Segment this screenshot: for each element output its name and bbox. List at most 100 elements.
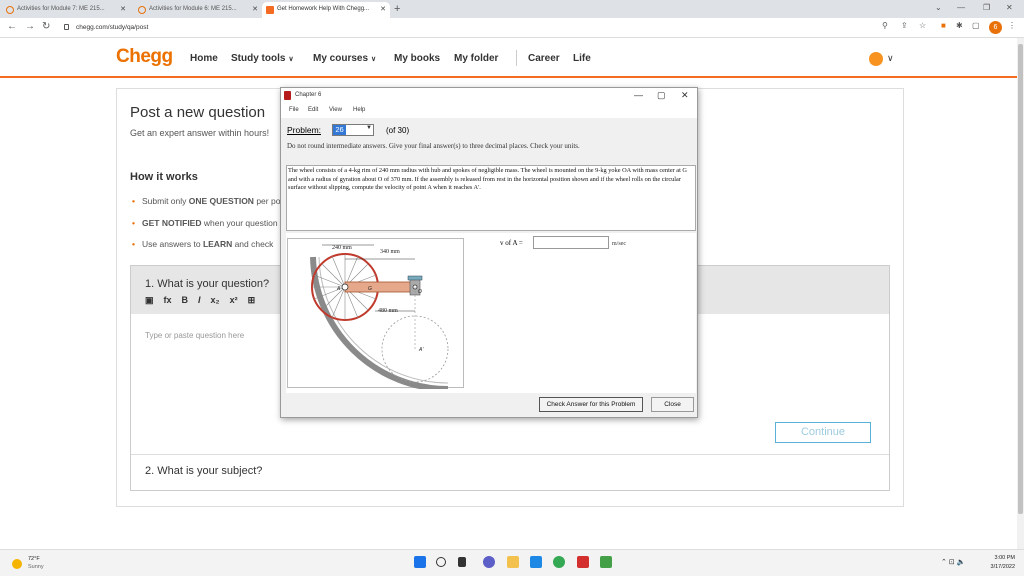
close-tab-icon[interactable]: ✕: [252, 5, 258, 13]
browser-tab[interactable]: Activities for Module 6: ME 215... ✕: [134, 2, 262, 18]
close-button[interactable]: Close: [651, 397, 694, 412]
wheel-yoke-diagram: 240 mm 340 mm 480 mm A G O A': [310, 244, 449, 392]
nav-my-courses[interactable]: My courses ∨: [313, 53, 376, 64]
lock-icon: [64, 24, 69, 30]
answer-unit: m/sec: [612, 241, 626, 247]
scrollbar-thumb[interactable]: [1018, 44, 1023, 514]
image-icon[interactable]: ▣: [145, 295, 154, 305]
dialog-minimize-icon[interactable]: —: [634, 90, 643, 100]
dimension-label: 240 mm: [332, 245, 352, 251]
chegg-favicon-icon: [266, 6, 274, 14]
section-divider: [131, 454, 889, 455]
new-tab-icon[interactable]: +: [394, 3, 400, 15]
nav-divider: [516, 50, 517, 66]
windows-start-icon[interactable]: [414, 556, 426, 568]
editor-toolbar: ▣ fx B Ix₂ x² ⊞: [145, 295, 265, 306]
mail-icon[interactable]: [530, 556, 542, 568]
chevron-down-icon: ∨: [371, 56, 377, 63]
menu-file[interactable]: File: [289, 107, 299, 113]
weather-condition[interactable]: Sunny: [28, 564, 44, 570]
close-window-icon[interactable]: ✕: [1006, 3, 1013, 12]
page-subtitle: Get an expert answer within hours!: [130, 128, 270, 138]
velocity-answer-input[interactable]: [533, 236, 609, 249]
chegg-logo[interactable]: Chegg: [116, 46, 173, 68]
how-it-works-heading: How it works: [130, 171, 198, 183]
app-icon[interactable]: [577, 556, 589, 568]
problem-count: (of 30): [386, 126, 410, 135]
subscript-icon[interactable]: x₂: [211, 295, 220, 305]
share-icon[interactable]: ⇪: [901, 21, 908, 30]
how-item: • Use answers to LEARN and check: [132, 239, 274, 249]
search-icon[interactable]: [436, 557, 446, 567]
dialog-title: Chapter 6: [295, 92, 322, 98]
problem-figure: 240 mm 340 mm 480 mm A G O A': [287, 238, 464, 392]
app-icon[interactable]: [600, 556, 612, 568]
browser-tab-active[interactable]: Get Homework Help With Chegg... ✕: [262, 2, 390, 18]
how-item: •Submit only ONE QUESTION per post: [132, 196, 280, 206]
reload-icon[interactable]: ↻: [42, 21, 50, 32]
url-field[interactable]: chegg.com/study/qa/post: [62, 21, 902, 35]
dialog-close-icon[interactable]: ✕: [681, 90, 689, 101]
user-avatar[interactable]: [869, 52, 883, 66]
extensions-puzzle-icon[interactable]: ✱: [956, 21, 963, 30]
sidebar-icon[interactable]: ▢: [972, 21, 980, 30]
nav-my-books[interactable]: My books: [394, 53, 440, 64]
dialog-menubar: [281, 105, 697, 118]
file-explorer-icon[interactable]: [507, 556, 519, 568]
nav-life[interactable]: Life: [573, 53, 591, 64]
answer-label: v of A =: [500, 239, 523, 247]
dialog-maximize-icon[interactable]: ▢: [657, 90, 666, 101]
forward-icon[interactable]: →: [25, 21, 35, 32]
problem-statement: The wheel consists of a 4-kg rim of 240 …: [288, 167, 687, 191]
profile-avatar[interactable]: 6: [989, 21, 1002, 34]
how-item: •GET NOTIFIED when your question is answ…: [132, 218, 280, 228]
continue-button[interactable]: Continue: [775, 422, 871, 443]
menu-help[interactable]: Help: [353, 107, 365, 113]
question-2-title[interactable]: 2. What is your subject?: [145, 465, 262, 477]
restore-icon[interactable]: ❐: [983, 3, 990, 12]
close-tab-icon[interactable]: ✕: [380, 5, 386, 13]
menu-view[interactable]: View: [329, 107, 342, 113]
tab-search-icon[interactable]: ⌄: [935, 3, 942, 12]
browser-tab[interactable]: Activities for Module 7: ME 215... ✕: [2, 2, 130, 18]
zoom-icon[interactable]: ⚲: [882, 21, 888, 30]
chat-icon[interactable]: [483, 556, 495, 568]
bookmark-star-icon[interactable]: ☆: [919, 21, 926, 30]
check-answer-button[interactable]: Check Answer for this Problem: [539, 397, 643, 412]
clock-date[interactable]: 3/17/2022: [985, 564, 1015, 570]
point-label: O: [418, 289, 422, 295]
weather-temperature[interactable]: 72°F: [28, 556, 40, 562]
bullet-icon: •: [132, 196, 135, 206]
extension-icon[interactable]: ■: [941, 21, 946, 30]
problem-label: Problem:: [287, 125, 322, 135]
bold-icon[interactable]: B: [182, 295, 189, 305]
nav-study-tools[interactable]: Study tools ∨: [231, 53, 294, 64]
back-icon[interactable]: ←: [7, 21, 17, 32]
dropdown-arrow-icon[interactable]: ▼: [366, 125, 372, 131]
bullet-icon: •: [132, 239, 135, 249]
superscript-icon[interactable]: x²: [230, 295, 238, 305]
browser-menu-icon[interactable]: ⋮: [1008, 21, 1016, 30]
chrome-icon[interactable]: [553, 556, 565, 568]
nav-home[interactable]: Home: [190, 53, 218, 64]
close-tab-icon[interactable]: ✕: [120, 5, 126, 13]
italic-icon[interactable]: I: [198, 295, 201, 305]
question-1-title: 1. What is your question?: [145, 278, 270, 290]
canvas-icon: [138, 6, 146, 14]
clock-time[interactable]: 3:00 PM: [985, 555, 1015, 561]
sun-icon[interactable]: [12, 559, 22, 569]
problem-select-value[interactable]: 26: [333, 125, 346, 135]
system-tray[interactable]: ⌃ ⊡ 🔈: [941, 558, 965, 566]
nav-my-folder[interactable]: My folder: [454, 53, 498, 64]
chevron-down-icon[interactable]: ∨: [887, 53, 894, 64]
page-title: Post a new question: [130, 104, 266, 121]
question-textarea[interactable]: Type or paste question here: [145, 331, 244, 340]
point-label: A: [336, 286, 341, 292]
instructions-text: Do not round intermediate answers. Give …: [287, 142, 580, 150]
nav-career[interactable]: Career: [528, 53, 560, 64]
task-view-icon[interactable]: [458, 557, 466, 567]
formula-icon[interactable]: fx: [164, 295, 172, 305]
table-icon[interactable]: ⊞: [248, 295, 256, 305]
minimize-icon[interactable]: —: [957, 3, 965, 12]
menu-edit[interactable]: Edit: [308, 107, 318, 113]
